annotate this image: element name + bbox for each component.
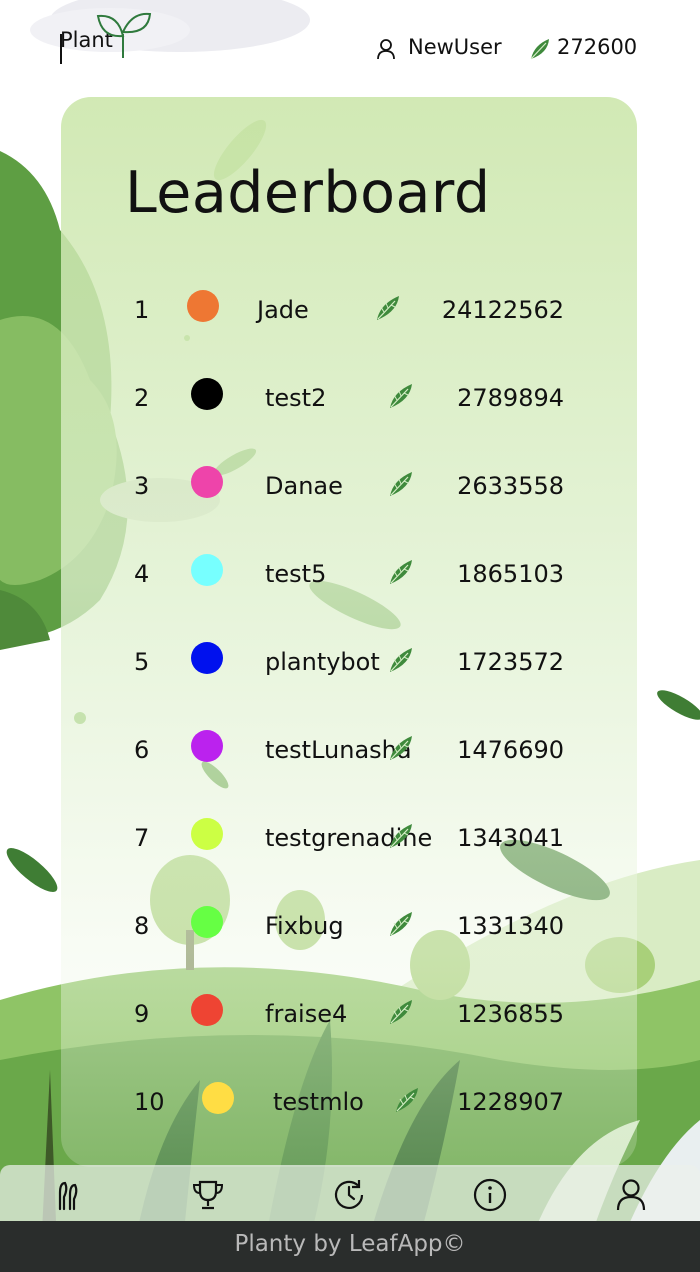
leaderboard-row[interactable]: 1 Jade 24122562 bbox=[0, 290, 700, 330]
leaderboard-row[interactable]: 6 testLunasha 1476690 bbox=[0, 730, 700, 770]
leaf-icon bbox=[388, 470, 414, 502]
player-name: test2 bbox=[265, 384, 327, 412]
rank-number: 1 bbox=[134, 296, 150, 324]
info-icon bbox=[473, 1178, 507, 1212]
player-score: 1723572 bbox=[457, 648, 564, 676]
footer-credit: Planty by LeafApp© bbox=[0, 1221, 700, 1272]
leaf-icon bbox=[388, 910, 414, 942]
leaderboard-row[interactable]: 7 testgrenadine 1343041 bbox=[0, 818, 700, 858]
nav-plants-button[interactable] bbox=[49, 1177, 85, 1213]
rank-number: 3 bbox=[134, 472, 150, 500]
leaf-icon bbox=[388, 822, 414, 854]
rank-number: 2 bbox=[134, 384, 150, 412]
leaderboard-row[interactable]: 10 testmlo 1228907 bbox=[0, 1082, 700, 1122]
player-color-dot bbox=[187, 290, 219, 322]
player-score: 1236855 bbox=[457, 1000, 564, 1028]
player-name: test5 bbox=[265, 560, 327, 588]
profile-icon bbox=[616, 1179, 646, 1211]
player-score: 1865103 bbox=[457, 560, 564, 588]
player-name: Jade bbox=[257, 296, 309, 324]
leaderboard-row[interactable]: 3 Danae 2633558 bbox=[0, 466, 700, 506]
player-name: plantybot bbox=[265, 648, 380, 676]
leaf-icon bbox=[394, 1086, 420, 1118]
trophy-icon bbox=[192, 1180, 224, 1210]
player-color-dot bbox=[191, 554, 223, 586]
rank-number: 4 bbox=[134, 560, 150, 588]
rank-number: 8 bbox=[134, 912, 150, 940]
nav-info-button[interactable] bbox=[472, 1177, 508, 1213]
leaderboard-row[interactable]: 2 test2 2789894 bbox=[0, 378, 700, 418]
leaderboard-row[interactable]: 9 fraise4 1236855 bbox=[0, 994, 700, 1034]
leaf-icon bbox=[388, 382, 414, 414]
player-score: 1331340 bbox=[457, 912, 564, 940]
player-name: Danae bbox=[265, 472, 343, 500]
bottom-nav bbox=[0, 1165, 700, 1221]
nav-profile-button[interactable] bbox=[613, 1177, 649, 1213]
rank-number: 9 bbox=[134, 1000, 150, 1028]
leaf-icon bbox=[388, 734, 414, 766]
nav-history-button[interactable] bbox=[331, 1177, 367, 1213]
leaf-icon bbox=[388, 558, 414, 590]
player-color-dot bbox=[191, 466, 223, 498]
rank-number: 10 bbox=[134, 1088, 165, 1116]
leaderboard-row[interactable]: 4 test5 1865103 bbox=[0, 554, 700, 594]
player-score: 24122562 bbox=[441, 296, 564, 324]
player-color-dot bbox=[191, 818, 223, 850]
player-score: 2789894 bbox=[457, 384, 564, 412]
rank-number: 7 bbox=[134, 824, 150, 852]
leaderboard-list: 1 Jade 24122562 2 test2 2789894 3 Danae … bbox=[0, 0, 700, 1160]
leaf-icon bbox=[388, 646, 414, 678]
player-name: fraise4 bbox=[265, 1000, 348, 1028]
player-color-dot bbox=[191, 378, 223, 410]
player-name: Fixbug bbox=[265, 912, 344, 940]
nav-leaderboard-button[interactable] bbox=[190, 1177, 226, 1213]
player-name: testmlo bbox=[273, 1088, 364, 1116]
player-score: 1228907 bbox=[457, 1088, 564, 1116]
player-score: 2633558 bbox=[457, 472, 564, 500]
player-color-dot bbox=[191, 730, 223, 762]
rank-number: 6 bbox=[134, 736, 150, 764]
player-color-dot bbox=[191, 994, 223, 1026]
player-color-dot bbox=[202, 1082, 234, 1114]
plants-icon bbox=[58, 1181, 78, 1211]
player-color-dot bbox=[191, 642, 223, 674]
leaderboard-row[interactable]: 8 Fixbug 1331340 bbox=[0, 906, 700, 946]
player-score: 1343041 bbox=[457, 824, 564, 852]
player-score: 1476690 bbox=[457, 736, 564, 764]
player-color-dot bbox=[191, 906, 223, 938]
history-icon bbox=[334, 1180, 364, 1209]
leaf-icon bbox=[388, 998, 414, 1030]
leaderboard-row[interactable]: 5 plantybot 1723572 bbox=[0, 642, 700, 682]
leaf-icon bbox=[375, 294, 401, 326]
rank-number: 5 bbox=[134, 648, 150, 676]
